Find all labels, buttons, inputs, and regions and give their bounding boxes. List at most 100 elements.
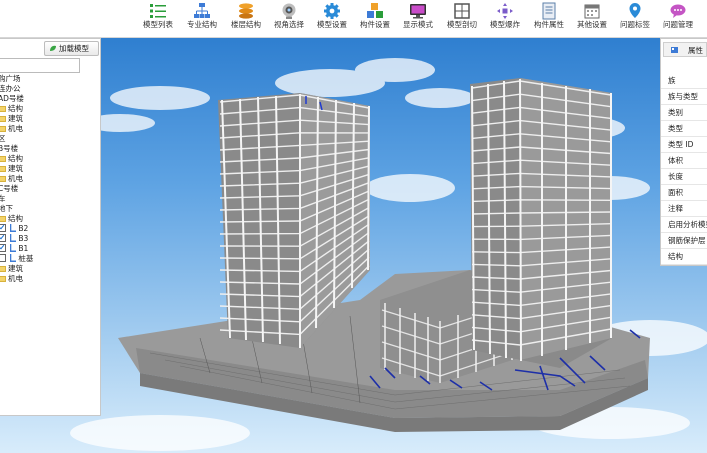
calendar-icon (584, 4, 600, 19)
component-properties-button[interactable]: 构件属性 (527, 0, 571, 37)
leaf-icon (50, 45, 56, 51)
issue-tag-button[interactable]: 问题标签 (613, 0, 657, 37)
tree-node-label: AD号楼 (0, 94, 24, 103)
tree-node[interactable]: 建筑 (0, 264, 23, 274)
folder-icon (0, 276, 6, 282)
level-checkbox[interactable] (0, 254, 6, 262)
level-icon (10, 234, 17, 242)
tree-node-label: B3 (18, 234, 29, 243)
tree-node[interactable]: 机电 (0, 274, 23, 284)
tree-node[interactable]: 建筑 (0, 114, 23, 124)
property-label: 类型 ID (668, 140, 694, 149)
property-row[interactable]: 钢筋保护层 (661, 233, 707, 249)
tree-node-label: 机电 (8, 174, 23, 183)
tree-node-label: 机电 (8, 124, 23, 133)
tree-node[interactable]: 结构 (0, 154, 23, 164)
tree-node-label: 车 (0, 194, 6, 203)
tree-node-label: 地下 (0, 204, 13, 213)
model-settings-button[interactable]: 模型设置 (310, 0, 354, 37)
model-viewport[interactable] (0, 38, 707, 453)
property-row[interactable]: 类别 (661, 105, 707, 121)
tree-node[interactable]: 地下 (0, 204, 13, 214)
tree-node-label: 结构 (8, 104, 23, 113)
tree-node-level[interactable]: 桩基 (0, 254, 33, 264)
model-explode-button[interactable]: 模型爆炸 (483, 0, 527, 37)
tree-node[interactable]: 购广场 (0, 74, 21, 84)
tree-node-label: 结构 (8, 214, 23, 223)
component-settings-button[interactable]: 构件设置 (353, 0, 397, 37)
level-checkbox[interactable] (0, 234, 6, 242)
gear-icon (324, 3, 340, 19)
folder-icon (0, 116, 6, 122)
tree-node[interactable]: 区 (0, 134, 6, 144)
other-settings-button[interactable]: 其他设置 (570, 0, 614, 37)
folder-icon (0, 156, 6, 162)
right-tower (470, 78, 612, 368)
property-row[interactable]: 启用分析模型 (661, 217, 707, 233)
tree-node[interactable]: 机电 (0, 174, 23, 184)
folder-icon (0, 176, 6, 182)
tree-node[interactable]: C号楼 (0, 184, 18, 194)
tree-node-level[interactable]: B3 (0, 234, 28, 244)
property-row[interactable]: 类型 (661, 121, 707, 137)
property-row[interactable]: 族与类型 (661, 89, 707, 105)
property-row[interactable]: 长度 (661, 169, 707, 185)
tree-node-label: 建筑 (8, 264, 23, 273)
tree-node-label: 连办公 (0, 84, 21, 93)
property-label: 钢筋保护层 (668, 236, 706, 245)
property-row[interactable]: 类型 ID (661, 137, 707, 153)
property-row[interactable]: 体积 (661, 153, 707, 169)
model-section-button[interactable]: 模型剖切 (440, 0, 484, 37)
explode-icon (497, 3, 513, 19)
property-label: 类型 (668, 124, 683, 133)
tree-node[interactable]: 建筑 (0, 164, 23, 174)
property-row[interactable]: 族 (661, 73, 707, 89)
tree-node-level[interactable]: B2 (0, 224, 28, 234)
properties-header[interactable]: 属性 (663, 42, 707, 57)
tree-structure-icon (194, 3, 210, 18)
tree-node-label: 区 (0, 134, 6, 143)
issue-management-button[interactable]: 问题管理 (656, 0, 700, 37)
tree-search-input[interactable] (0, 58, 80, 73)
tree-node[interactable]: B号楼 (0, 144, 18, 154)
tree-node-label: 桩基 (18, 254, 34, 263)
model-tree-panel: 加载模型 购广场 连办公 AD号楼 结构 建筑 机电 区 B号楼 结构 建筑 机… (0, 38, 101, 416)
layers-icon (239, 3, 253, 19)
property-label: 类别 (668, 108, 683, 117)
main-toolbar: 模型列表 专业结构 楼层结构 视角选择 模型设置 构件设置 显示模式 模型剖切 … (0, 0, 707, 38)
property-row[interactable]: 面积 (661, 185, 707, 201)
floor-structure-button[interactable]: 楼层结构 (224, 0, 268, 37)
level-icon (10, 244, 17, 252)
discipline-structure-button[interactable]: 专业结构 (180, 0, 224, 37)
tree-node[interactable]: 连办公 (0, 84, 21, 94)
tree-node-label: 建筑 (8, 164, 23, 173)
tree-node[interactable]: 结构 (0, 214, 23, 224)
display-mode-button[interactable]: 显示模式 (396, 0, 440, 37)
document-icon (542, 2, 556, 20)
section-box-icon (454, 3, 470, 19)
building-model-render[interactable] (0, 38, 707, 453)
monitor-icon (410, 4, 426, 19)
properties-icon (671, 47, 678, 53)
tree-node-level[interactable]: B1 (0, 244, 28, 254)
folder-icon (0, 106, 6, 112)
tool-label: 问题管理 (663, 20, 693, 29)
property-row[interactable]: 结构 (661, 249, 707, 265)
tree-node-label: B1 (18, 244, 29, 253)
view-select-button[interactable]: 视角选择 (267, 0, 311, 37)
tree-node[interactable]: 结构 (0, 104, 23, 114)
model-list-button[interactable]: 模型列表 (136, 0, 180, 37)
tree-node[interactable]: AD号楼 (0, 94, 24, 104)
level-checkbox[interactable] (0, 224, 6, 232)
tree-node-label: B号楼 (0, 144, 19, 153)
level-checkbox[interactable] (0, 244, 6, 252)
load-model-button[interactable]: 加载模型 (44, 41, 99, 56)
list-icon (150, 4, 166, 18)
property-row[interactable]: 注释 (661, 201, 707, 217)
property-label: 长度 (668, 172, 683, 181)
tree-node-label: 机电 (8, 274, 23, 283)
tree-node[interactable]: 车 (0, 194, 6, 204)
tree-node[interactable]: 机电 (0, 124, 23, 134)
folder-icon (0, 266, 6, 272)
folder-icon (0, 166, 6, 172)
